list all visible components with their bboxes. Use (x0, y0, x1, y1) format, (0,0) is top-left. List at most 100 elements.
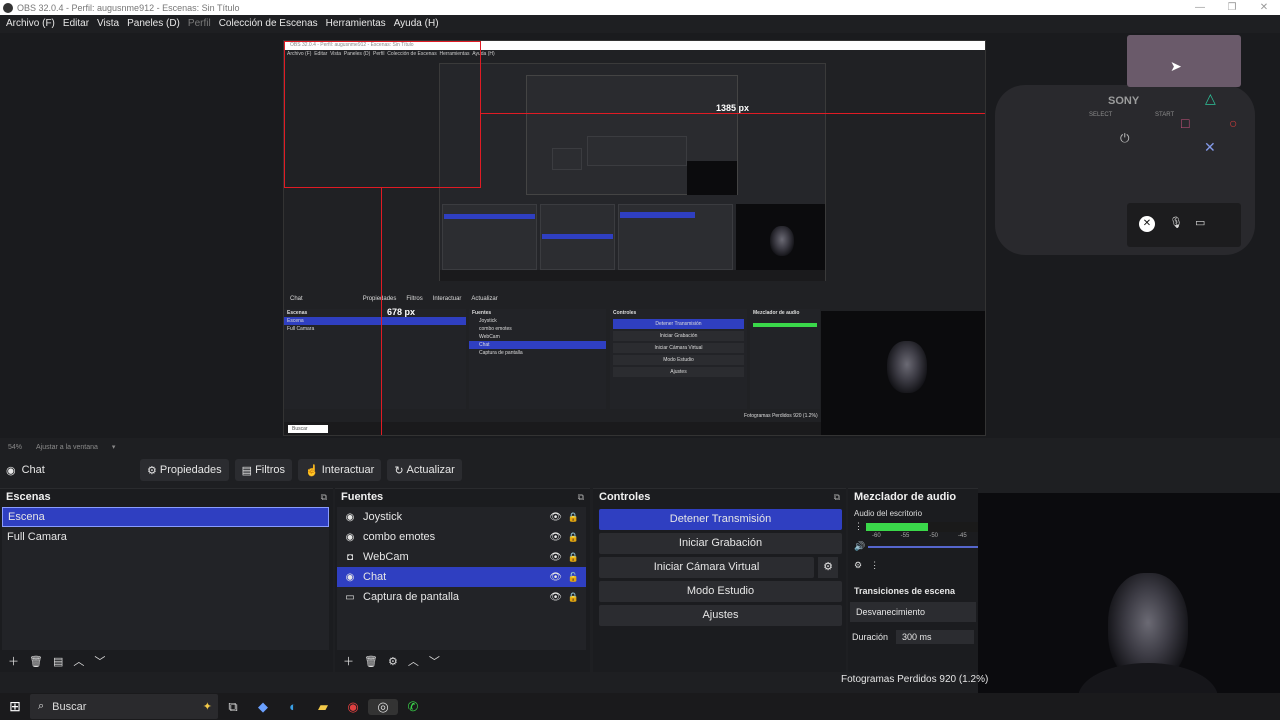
menu-coleccion-escenas[interactable]: Colección de Escenas (215, 15, 322, 33)
advanced-audio-icon[interactable]: ⚙ (854, 560, 862, 571)
audio-meter (866, 521, 978, 532)
circle-icon: ○ (1229, 115, 1238, 131)
file-explorer-icon[interactable]: ▰ (308, 699, 338, 715)
eye-icon[interactable]: 👁 (549, 532, 562, 543)
microphone-icon[interactable]: 🎙 (1169, 216, 1183, 229)
more-options-icon[interactable]: ⋮ (854, 521, 866, 532)
minimize-button[interactable]: — (1184, 0, 1216, 15)
taskbar-search[interactable]: ⌕ Buscar ✦ (30, 694, 218, 719)
start-recording-button[interactable]: Iniciar Grabación (599, 533, 842, 554)
source-item[interactable]: ◉ Joystick 👁 🔒 (337, 507, 586, 527)
camera-off-icon[interactable]: ✕ (1139, 216, 1155, 232)
undock-icon[interactable]: ⧉ (834, 492, 840, 503)
remove-source-icon[interactable]: 🗑 (364, 655, 378, 668)
mixer-title: Mezclador de audio (854, 491, 957, 503)
interact-button[interactable]: ☝ Interactuar (298, 459, 382, 481)
screen-share-icon[interactable]: ▭ (1195, 216, 1205, 229)
stop-streaming-button[interactable]: Detener Transmisión (599, 509, 842, 530)
duration-label: Duración (852, 632, 889, 642)
fit-window-label[interactable]: Ajustar a la ventana (36, 444, 98, 451)
move-up-icon[interactable]: ︿ (408, 653, 419, 669)
lock-icon[interactable]: 🔒 (568, 552, 579, 563)
add-source-icon[interactable]: ＋ (343, 653, 354, 669)
undock-icon[interactable]: ⧉ (578, 492, 584, 503)
controls-list: Detener Transmisión Iniciar Grabación In… (593, 509, 846, 629)
scene-item-full-camara[interactable]: Full Camara (2, 527, 329, 547)
menu-paneles[interactable]: Paneles (D) (123, 15, 184, 33)
move-up-icon[interactable]: ︿ (73, 653, 84, 669)
add-scene-icon[interactable]: ＋ (8, 653, 19, 669)
settings-button[interactable]: Ajustes (599, 605, 842, 626)
nested-capture-level-2 (526, 75, 738, 195)
start-virtual-camera-button[interactable]: Iniciar Cámara Virtual (599, 557, 814, 578)
menu-herramientas[interactable]: Herramientas (322, 15, 390, 33)
filter-icon: ▤ (241, 464, 253, 477)
remove-scene-icon[interactable]: 🗑 (29, 655, 43, 668)
menu-vista[interactable]: Vista (93, 15, 123, 33)
eye-icon[interactable]: 👁 (549, 552, 562, 563)
source-item[interactable]: ▭ Captura de pantalla 👁 🔒 (337, 587, 586, 607)
vertical-measure-label: 678 px (387, 307, 416, 317)
undock-icon[interactable]: ⧉ (321, 492, 327, 503)
more-options-icon[interactable]: ⋮ (870, 560, 879, 571)
cursor-overlay-box (1127, 35, 1241, 87)
webcam-feed (978, 493, 1280, 720)
preview-canvas[interactable]: SONY SELECT START △ □ ○ ✕ ⏻ ✕ 🎙 ▭ ➤ OBS … (0, 33, 1280, 438)
zoom-value[interactable]: 54% (8, 444, 22, 451)
menu-bar: Archivo (F) Editar Vista Paneles (D) Per… (0, 15, 1280, 33)
nested-mixer-panel: Mezclador de audio (750, 309, 820, 409)
lock-icon[interactable]: 🔒 (568, 592, 579, 603)
eye-icon[interactable]: 👁 (549, 592, 562, 603)
mixer-track-label: Audio del escritorio (854, 509, 923, 518)
move-down-icon[interactable]: ﹀ (429, 653, 440, 669)
scene-filters-icon[interactable]: ▤ (53, 655, 63, 668)
gear-icon[interactable]: ⚙ (818, 557, 838, 578)
lock-icon[interactable]: 🔒 (568, 532, 579, 543)
source-item-selected[interactable]: ◉ Chat 👁 🔓 (337, 567, 586, 587)
scene-item-escena[interactable]: Escena (2, 507, 329, 527)
eye-icon[interactable]: 👁 (549, 572, 562, 583)
ps-logo-icon: ⏻ (1120, 131, 1130, 145)
whatsapp-icon[interactable]: ✆ (398, 699, 428, 715)
volume-slider[interactable] (868, 545, 978, 548)
menu-editar[interactable]: Editar (59, 15, 93, 33)
scenes-title: Escenas (6, 491, 51, 503)
menu-archivo[interactable]: Archivo (F) (2, 15, 59, 33)
monitor-icon: ▭ (345, 591, 355, 603)
scenes-list: Escena Full Camara (2, 507, 329, 650)
nested-webcam (821, 311, 985, 435)
window-controls: — ❐ ✕ (1184, 0, 1280, 15)
properties-button[interactable]: ⚙ Propiedades (140, 459, 229, 481)
selection-bounding-box[interactable] (284, 41, 481, 188)
filters-button[interactable]: ▤ Filtros (234, 459, 293, 481)
duration-input[interactable]: 300 ms (896, 630, 974, 644)
source-item[interactable]: ◉ combo emotes 👁 🔒 (337, 527, 586, 547)
source-properties-icon[interactable]: ⚙ (388, 655, 398, 668)
move-down-icon[interactable]: ﹀ (94, 653, 105, 669)
eye-icon[interactable]: 👁 (549, 512, 562, 523)
screen-capture-source[interactable]: OBS 32.0.4 - Perfil: augusnme912 - Escen… (283, 40, 986, 436)
search-icon: ⌕ (38, 700, 45, 712)
controls-dock: Controles ⧉ Detener Transmisión Iniciar … (593, 488, 846, 672)
obs-icon[interactable]: ◎ (368, 698, 398, 715)
refresh-button[interactable]: ↻ Actualizar (387, 459, 462, 481)
copilot-icon[interactable]: ◆ (248, 699, 278, 715)
close-button[interactable]: ✕ (1248, 0, 1280, 15)
windows-start-icon[interactable]: ⊞ (0, 698, 30, 715)
title-bar: OBS 32.0.4 - Perfil: augusnme912 - Escen… (0, 0, 1280, 15)
edge-icon[interactable]: ◐ (278, 699, 308, 714)
task-view-icon[interactable]: ⧉ (218, 699, 248, 715)
hand-icon: ☝ (305, 464, 319, 477)
maximize-button[interactable]: ❐ (1216, 0, 1248, 15)
transition-select[interactable]: Desvanecimiento (850, 602, 976, 622)
lock-icon[interactable]: 🔒 (568, 512, 579, 523)
vertical-measure-line (381, 188, 382, 435)
menu-perfil[interactable]: Perfil (184, 15, 215, 33)
source-item[interactable]: ◘ WebCam 👁 🔒 (337, 547, 586, 567)
speaker-icon[interactable]: 🔊 (854, 541, 868, 552)
menu-ayuda[interactable]: Ayuda (H) (390, 15, 443, 33)
unlock-icon[interactable]: 🔓 (568, 572, 579, 583)
chevron-down-icon[interactable]: ▾ (112, 443, 116, 451)
studio-mode-button[interactable]: Modo Estudio (599, 581, 842, 602)
chrome-icon[interactable]: ◉ (338, 699, 368, 715)
